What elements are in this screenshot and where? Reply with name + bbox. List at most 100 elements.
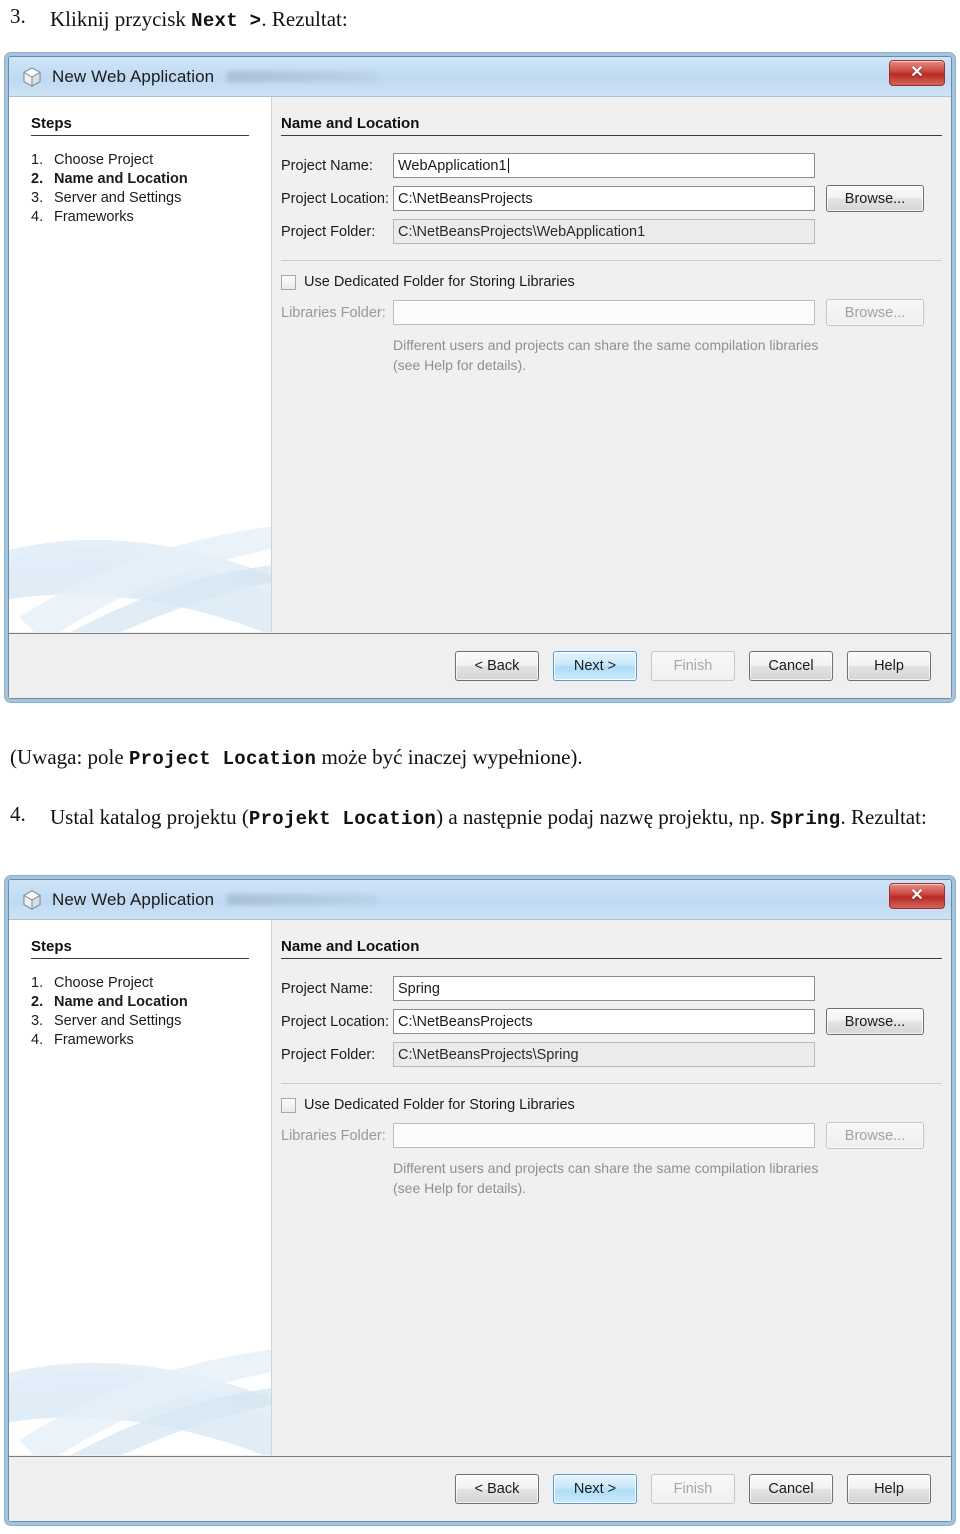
browse-label: Browse... bbox=[844, 1013, 906, 1030]
step-3-text-before: Kliknij przycisk bbox=[50, 7, 186, 31]
project-folder-input: C:\NetBeansProjects\Spring bbox=[393, 1042, 815, 1067]
project-location-input[interactable]: C:\NetBeansProjects bbox=[393, 186, 815, 211]
dedicated-folder-checkbox[interactable] bbox=[281, 274, 296, 290]
libraries-hint-line-1: Different users and projects can share t… bbox=[393, 337, 819, 353]
sidebar-item-choose-project: 1. Choose Project bbox=[9, 973, 271, 992]
project-name-value: WebApplication1 bbox=[398, 157, 507, 174]
step-label: Frameworks bbox=[54, 1031, 134, 1048]
libraries-folder-label: Libraries Folder: bbox=[281, 1127, 386, 1144]
dedicated-folder-label: Use Dedicated Folder for Storing Librari… bbox=[304, 274, 575, 290]
project-location-input[interactable]: C:\NetBeansProjects bbox=[393, 1009, 815, 1034]
dedicated-folder-label: Use Dedicated Folder for Storing Librari… bbox=[304, 1097, 575, 1113]
help-label: Help bbox=[874, 658, 904, 674]
form-section-divider bbox=[281, 1083, 942, 1084]
new-web-application-dialog-2[interactable]: New Web Application ✕ Steps 1. Choose Pr… bbox=[8, 879, 952, 1522]
close-icon[interactable]: ✕ bbox=[889, 60, 945, 86]
form-section-divider bbox=[281, 260, 942, 261]
panel-divider bbox=[281, 135, 942, 136]
browse-libraries-folder-button: Browse... bbox=[826, 299, 924, 326]
close-glyph: ✕ bbox=[910, 64, 924, 81]
sidebar-item-frameworks: 4. Frameworks bbox=[9, 207, 271, 226]
step-3-number: 3. bbox=[10, 4, 26, 28]
netbeans-cube-icon bbox=[21, 889, 43, 911]
step-label: Name and Location bbox=[54, 993, 188, 1010]
step-4-code-1: Projekt Location bbox=[248, 808, 437, 830]
dialog-2-body: Steps 1. Choose Project 2. Name and Loca… bbox=[9, 920, 951, 1455]
note-code: Project Location bbox=[128, 748, 317, 770]
browse-label: Browse... bbox=[844, 190, 906, 207]
project-folder-value: C:\NetBeansProjects\Spring bbox=[398, 1046, 579, 1063]
decorative-swoosh-graphic bbox=[9, 442, 271, 632]
step-number: 2. bbox=[31, 993, 44, 1010]
dialog-2-form-panel: Name and Location Project Name: Spring P… bbox=[272, 920, 951, 1455]
libraries-folder-label: Libraries Folder: bbox=[281, 304, 386, 321]
doc-step-4: 4. Ustal katalog projektu (Projekt Locat… bbox=[10, 802, 940, 834]
project-folder-value: C:\NetBeansProjects\WebApplication1 bbox=[398, 223, 646, 240]
panel-heading: Name and Location bbox=[281, 115, 420, 132]
finish-button: Finish bbox=[651, 651, 735, 681]
sidebar-item-name-and-location: 2. Name and Location bbox=[9, 169, 271, 188]
netbeans-cube-icon bbox=[21, 66, 43, 88]
steps-heading: Steps bbox=[31, 115, 72, 132]
browse-label: Browse... bbox=[844, 304, 906, 321]
steps-list: 1. Choose Project 2. Name and Location 3… bbox=[9, 150, 271, 226]
text-caret bbox=[507, 158, 509, 173]
dialog-2-footer: < Back Next > Finish Cancel Help bbox=[9, 1456, 951, 1521]
browse-project-location-button[interactable]: Browse... bbox=[826, 1008, 924, 1035]
help-button[interactable]: Help bbox=[847, 1474, 931, 1504]
close-icon[interactable]: ✕ bbox=[889, 883, 945, 909]
next-button[interactable]: Next > bbox=[553, 651, 637, 681]
doc-step-3: 3. Kliknij przycisk Next >. Rezultat: bbox=[10, 4, 710, 36]
panel-divider bbox=[281, 958, 942, 959]
libraries-hint-line-2: (see Help for details). bbox=[393, 1180, 527, 1197]
steps-heading: Steps bbox=[31, 938, 72, 955]
libraries-hint-line-2: (see Help for details). bbox=[393, 357, 527, 374]
finish-button: Finish bbox=[651, 1474, 735, 1504]
step-label: Server and Settings bbox=[54, 189, 182, 206]
step-3-text: Kliknij przycisk Next >. Rezultat: bbox=[50, 4, 348, 36]
step-4-code-2: Spring bbox=[770, 808, 841, 830]
help-button[interactable]: Help bbox=[847, 651, 931, 681]
sidebar-item-server-and-settings: 3. Server and Settings bbox=[9, 1011, 271, 1030]
project-folder-input: C:\NetBeansProjects\WebApplication1 bbox=[393, 219, 815, 244]
new-web-application-dialog-1[interactable]: New Web Application ✕ Steps 1. Choose Pr… bbox=[8, 56, 952, 699]
cancel-label: Cancel bbox=[768, 658, 814, 674]
sidebar-item-name-and-location: 2. Name and Location bbox=[9, 992, 271, 1011]
step-label: Server and Settings bbox=[54, 1012, 182, 1029]
step-label: Frameworks bbox=[54, 208, 134, 225]
decorative-swoosh-graphic bbox=[9, 1265, 271, 1455]
libraries-folder-input bbox=[393, 300, 815, 325]
back-button[interactable]: < Back bbox=[455, 651, 539, 681]
next-label: Next > bbox=[573, 1481, 617, 1497]
project-name-label: Project Name: bbox=[281, 980, 373, 997]
dedicated-folder-checkbox[interactable] bbox=[281, 1097, 296, 1113]
step-number: 1. bbox=[31, 151, 44, 168]
back-label: < Back bbox=[474, 658, 520, 674]
cancel-button[interactable]: Cancel bbox=[749, 651, 833, 681]
step-4-text-before: Ustal katalog projektu ( bbox=[50, 805, 249, 829]
project-name-input[interactable]: Spring bbox=[393, 976, 815, 1001]
libraries-hint-line-1: Different users and projects can share t… bbox=[393, 1160, 819, 1176]
cancel-label: Cancel bbox=[768, 1481, 814, 1497]
steps-list: 1. Choose Project 2. Name and Location 3… bbox=[9, 973, 271, 1049]
browse-project-location-button[interactable]: Browse... bbox=[826, 185, 924, 212]
step-label: Name and Location bbox=[54, 170, 188, 187]
project-name-input[interactable]: WebApplication1 bbox=[393, 153, 815, 178]
next-label: Next > bbox=[573, 658, 617, 674]
libraries-folder-input bbox=[393, 1123, 815, 1148]
step-4-text-after: . Rezultat: bbox=[840, 805, 927, 829]
finish-label: Finish bbox=[673, 658, 713, 674]
next-button[interactable]: Next > bbox=[553, 1474, 637, 1504]
dialog-2-titlebar[interactable]: New Web Application ✕ bbox=[9, 880, 951, 920]
dedicated-folder-checkbox-row[interactable]: Use Dedicated Folder for Storing Librari… bbox=[281, 1097, 951, 1113]
libraries-folder-row: Libraries Folder: Browse... bbox=[281, 1122, 951, 1149]
back-button[interactable]: < Back bbox=[455, 1474, 539, 1504]
note-after: może być inaczej wypełnione). bbox=[321, 745, 583, 769]
project-location-label: Project Location: bbox=[281, 190, 390, 207]
cancel-button[interactable]: Cancel bbox=[749, 1474, 833, 1504]
project-name-row: Project Name: WebApplication1 bbox=[281, 153, 951, 178]
project-location-value: C:\NetBeansProjects bbox=[398, 190, 533, 207]
dialog-1-titlebar[interactable]: New Web Application ✕ bbox=[9, 57, 951, 97]
dedicated-folder-checkbox-row[interactable]: Use Dedicated Folder for Storing Librari… bbox=[281, 274, 951, 290]
project-location-row: Project Location: C:\NetBeansProjects Br… bbox=[281, 1008, 951, 1035]
